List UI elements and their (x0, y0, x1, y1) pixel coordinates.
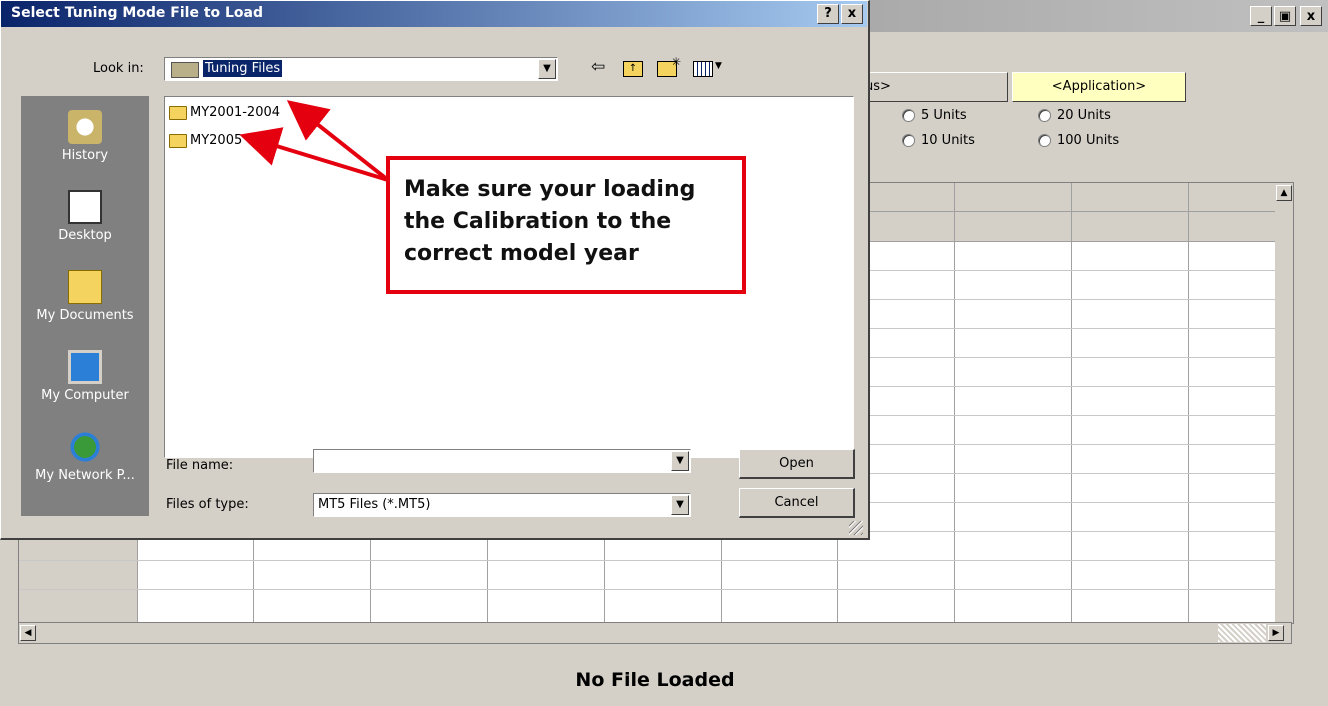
arrow-to-my2005 (239, 127, 389, 182)
annotation-arrows (239, 100, 390, 182)
callout-line: the Calibration to the (404, 209, 672, 234)
arrow-to-my2001-2004 (286, 100, 390, 182)
annotation-callout: Make sure your loading the Calibration t… (386, 156, 746, 294)
callout-line: Make sure your loading (404, 177, 696, 202)
callout-line: correct model year (404, 241, 639, 266)
